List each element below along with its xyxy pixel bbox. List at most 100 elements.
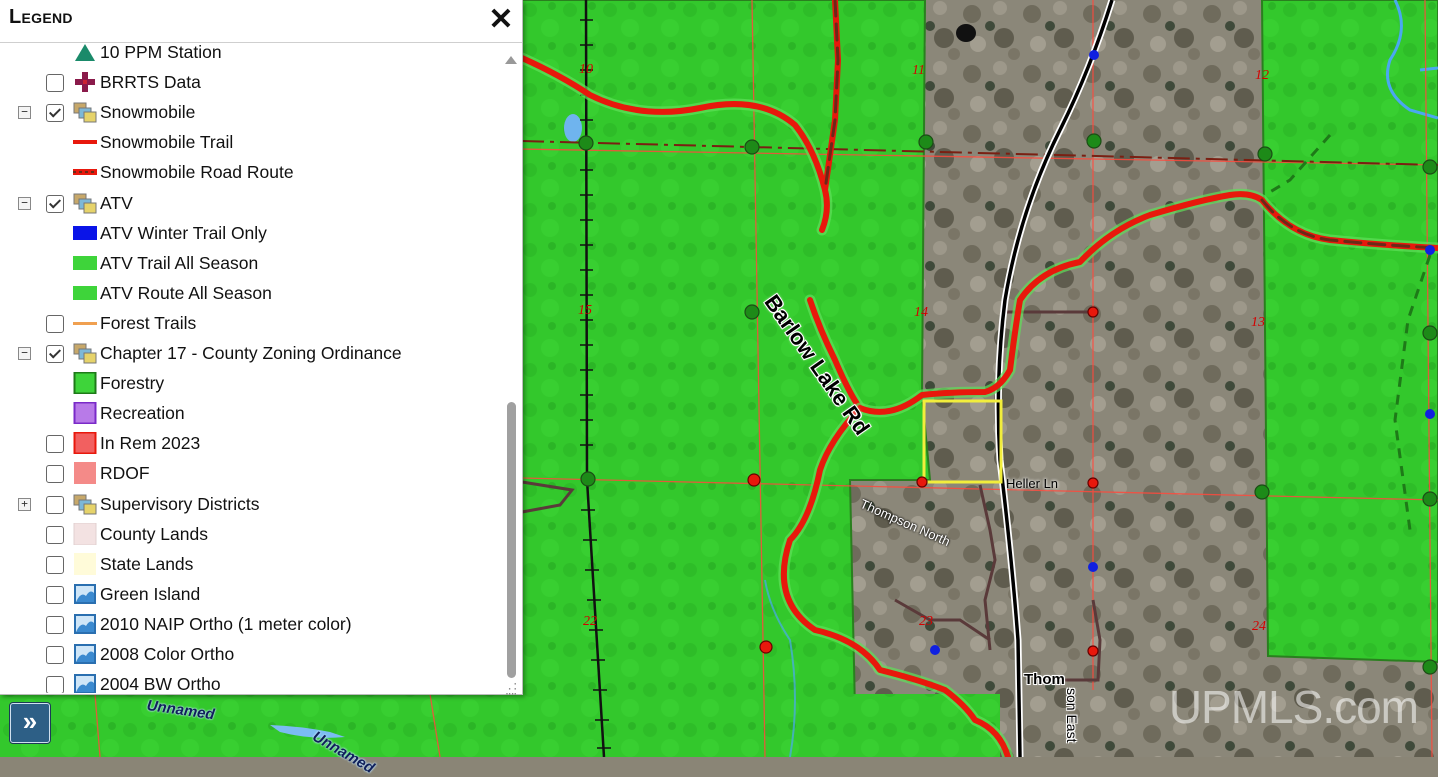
legend-item-label: ATV <box>100 192 133 213</box>
legend-item-label: In Rem 2023 <box>100 433 201 454</box>
collapse-icon[interactable]: − <box>18 347 31 360</box>
legend-item-label: RDOF <box>100 463 150 484</box>
section-number: 14 <box>914 305 928 320</box>
layer-group-icon <box>73 101 97 123</box>
legend-item: 2010 NAIP Ortho (1 meter color) <box>0 610 500 640</box>
layer-checkbox[interactable] <box>46 495 64 514</box>
legend-item: 2008 Color Ortho <box>0 640 500 670</box>
section-number: 15 <box>578 303 592 318</box>
legend-item-label: 10 PPM Station <box>100 43 222 62</box>
layer-checkbox[interactable] <box>46 345 64 363</box>
red-square-icon <box>73 431 97 455</box>
collapse-icon[interactable]: − <box>18 106 31 120</box>
section-number: 23 <box>919 614 933 629</box>
legend-item-label: BRRTS Data <box>100 72 201 93</box>
close-icon[interactable]: ✕ <box>488 5 514 35</box>
layer-checkbox[interactable] <box>46 615 64 634</box>
layer-checkbox[interactable] <box>46 104 64 123</box>
layer-checkbox[interactable] <box>46 314 64 333</box>
red-line-icon <box>73 131 97 153</box>
legend-item: Forestry <box>0 369 500 399</box>
legend-item-label: State Lands <box>100 553 194 574</box>
section-number: 24 <box>1252 619 1266 634</box>
layer-checkbox[interactable] <box>46 465 64 484</box>
expand-icon[interactable]: + <box>18 497 31 511</box>
legend-item: 2004 BW Ortho <box>0 670 500 693</box>
legend-item-label: 2008 Color Ortho <box>100 644 235 664</box>
layer-group-icon <box>73 342 97 364</box>
layer-group-icon <box>73 192 97 214</box>
orange-line-icon <box>73 312 97 334</box>
image-layer-icon <box>73 673 97 693</box>
resize-grip-icon[interactable]: ⠀⠠ ⠠⠠ ⠤⠤ <box>505 678 519 697</box>
purple-square-icon <box>73 401 97 425</box>
legend-item-label: Forest Trails <box>100 312 197 333</box>
collapse-icon[interactable]: − <box>18 196 31 210</box>
image-layer-icon <box>73 613 97 635</box>
section-number: 10 <box>579 62 593 77</box>
legend-item-label: Forestry <box>100 373 165 394</box>
light-yellow-fill-icon <box>73 552 97 575</box>
legend-item: In Rem 2023 <box>0 429 500 459</box>
green-square-icon <box>73 371 97 395</box>
expand-panel-button[interactable]: » <box>10 703 50 743</box>
legend-item: + Supervisory Districts <box>0 490 500 520</box>
legend-header: Legend ✕ <box>0 0 522 43</box>
upmls-watermark: UPMLS.com <box>1168 681 1419 733</box>
legend-item: ATV Winter Trail Only <box>0 219 500 249</box>
light-pink-fill-icon <box>73 522 97 546</box>
legend-item: BRRTS Data <box>0 68 500 98</box>
image-layer-icon <box>73 643 97 665</box>
legend-scrollbar[interactable] <box>504 52 518 684</box>
legend-item: ATV Route All Season <box>0 279 500 309</box>
layer-checkbox[interactable] <box>46 194 64 213</box>
red-dashed-line-icon <box>73 161 97 183</box>
legend-item: − ATV <box>0 189 500 219</box>
legend-item: − Chapter 17 - County Zoning Ordinance <box>0 339 500 369</box>
legend-item-label: ATV Winter Trail Only <box>100 222 267 243</box>
legend-item-label: Chapter 17 - County Zoning Ordinance <box>100 343 402 363</box>
section-number: 22 <box>583 614 597 629</box>
legend-item-label: Supervisory Districts <box>100 493 260 514</box>
green-bar-icon <box>73 252 97 274</box>
legend-item: RDOF <box>0 459 500 489</box>
legend-item: Forest Trails <box>0 309 500 339</box>
green-triangle-icon <box>73 43 97 63</box>
legend-item: Recreation <box>0 399 500 429</box>
section-number: 12 <box>1255 68 1269 83</box>
layer-checkbox[interactable] <box>46 676 64 693</box>
layer-checkbox[interactable] <box>46 435 64 454</box>
layer-checkbox[interactable] <box>46 555 64 574</box>
green-bar-icon <box>73 282 97 304</box>
legend-item: Snowmobile Trail <box>0 128 500 158</box>
layer-checkbox[interactable] <box>46 525 64 544</box>
legend-item: ATV Trail All Season <box>0 249 500 279</box>
layer-checkbox[interactable] <box>46 74 64 93</box>
road-label-heller: Heller Ln <box>1006 476 1059 491</box>
road-label-thom: Thom <box>1024 671 1065 688</box>
layer-checkbox[interactable] <box>46 646 64 664</box>
legend-item: Green Island <box>0 580 500 610</box>
legend-item-label: Snowmobile Road Route <box>100 162 294 183</box>
layer-group-icon <box>73 493 97 515</box>
legend-item: Snowmobile Road Route <box>0 158 500 188</box>
blue-bar-icon <box>73 222 97 244</box>
section-number: 11 <box>912 63 925 78</box>
scroll-thumb[interactable] <box>507 402 516 678</box>
legend-panel: Legend ✕ 10 PPM Station BRRTS Data − Snowmo… <box>0 0 523 697</box>
layer-checkbox[interactable] <box>46 585 64 604</box>
legend-item-label: 2004 BW Ortho <box>100 674 221 693</box>
legend-item: − Snowmobile <box>0 98 500 128</box>
legend-item-label: Snowmobile Trail <box>100 132 234 153</box>
legend-list: 10 PPM Station BRRTS Data − Snowmobile Snowm… <box>0 43 500 693</box>
forestry-zone <box>1260 0 1438 664</box>
purple-cross-icon <box>73 71 97 93</box>
legend-item-label: County Lands <box>100 523 208 544</box>
scroll-up-arrow-icon[interactable] <box>504 52 518 66</box>
legend-item-label: Snowmobile <box>100 102 196 123</box>
section-number: 13 <box>1251 315 1265 330</box>
legend-item-label: 2010 NAIP Ortho (1 meter color) <box>100 613 352 634</box>
legend-item-label: ATV Trail All Season <box>100 252 259 273</box>
pink-fill-icon <box>73 462 97 485</box>
image-layer-icon <box>73 583 97 605</box>
